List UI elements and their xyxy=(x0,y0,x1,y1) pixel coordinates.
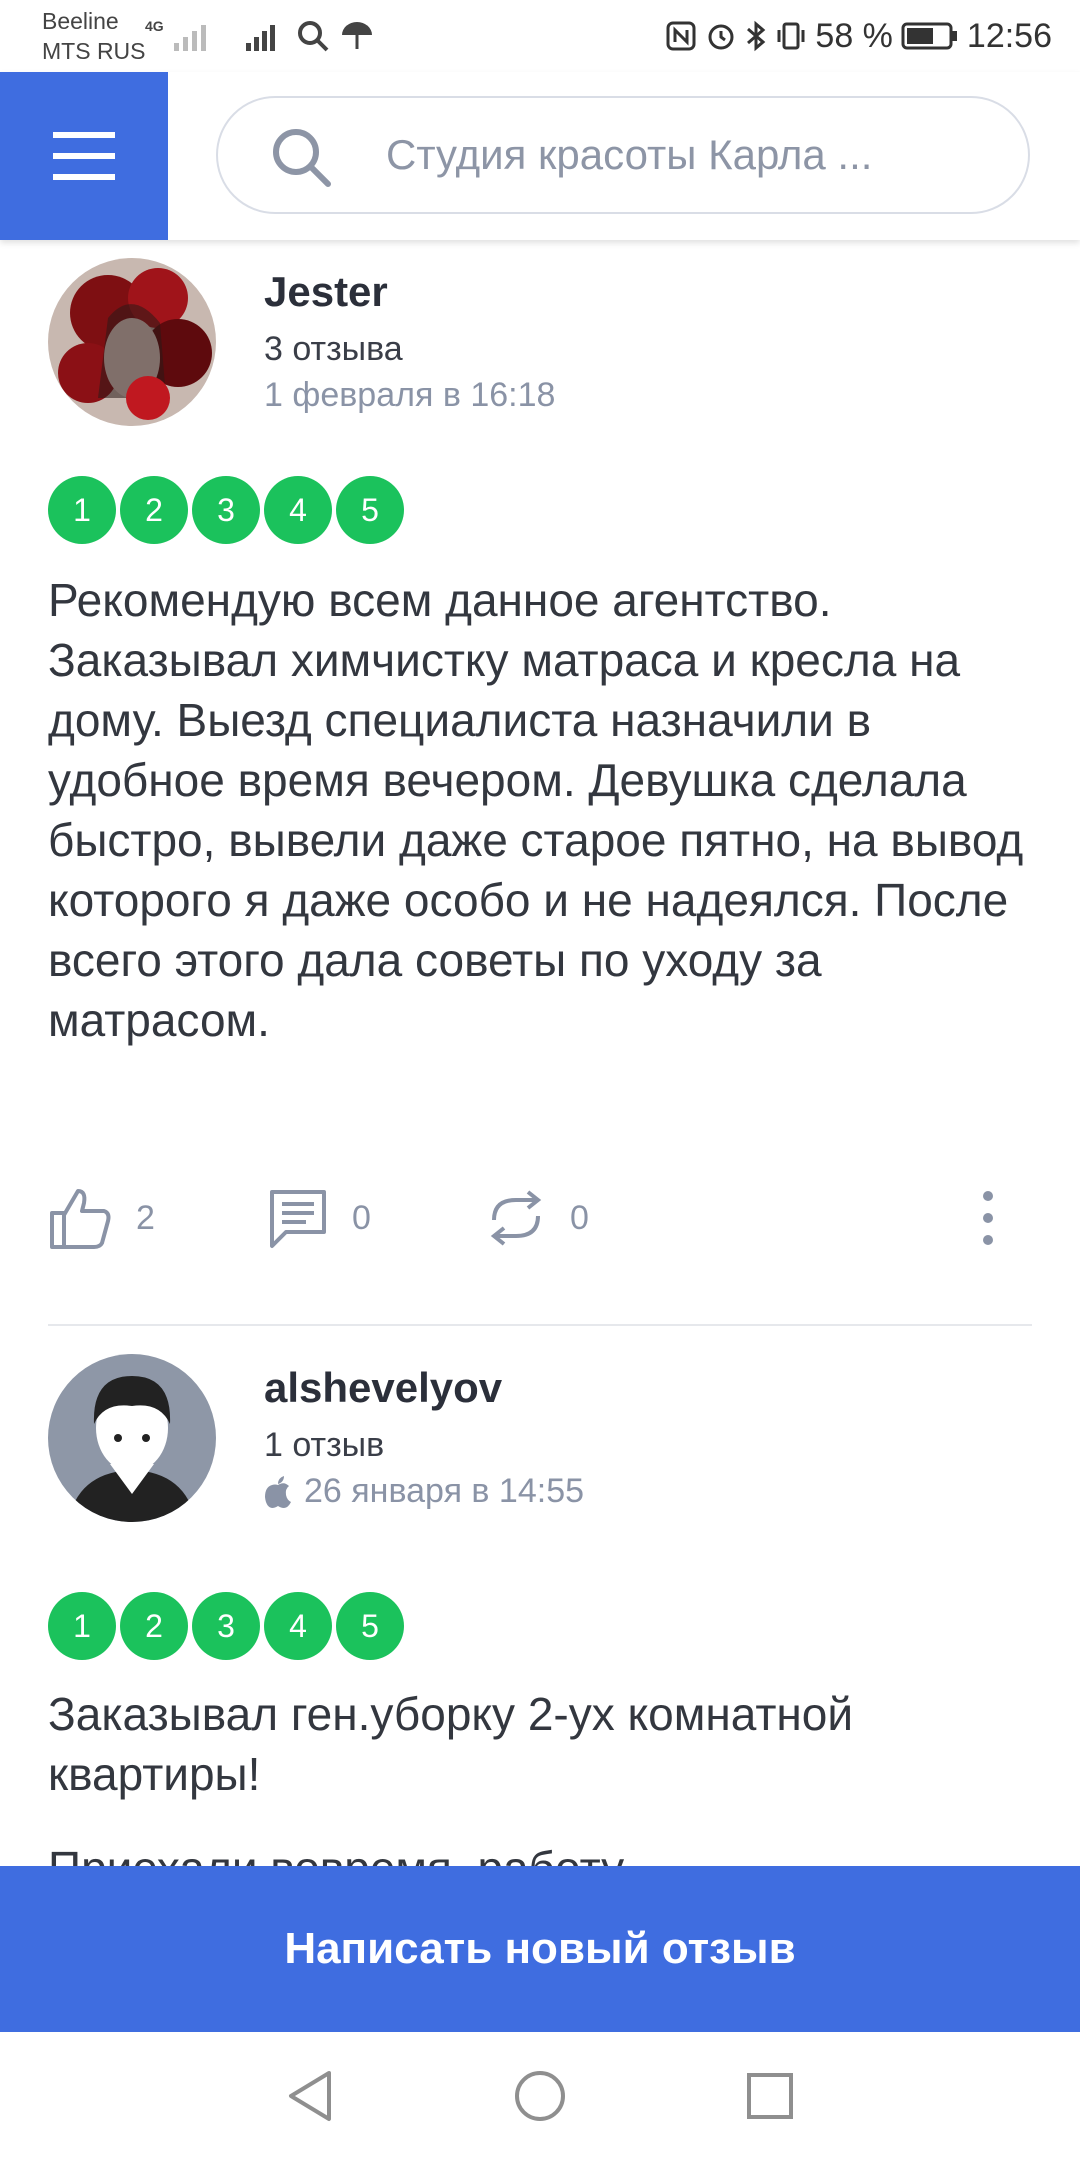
signal-icon-2 xyxy=(245,25,275,51)
rating-4: 4 xyxy=(264,476,332,544)
rating-2: 2 xyxy=(120,1592,188,1660)
comment-icon xyxy=(270,1190,326,1248)
rating-4: 4 xyxy=(264,1592,332,1660)
review-text: Заказывал ген.уборку 2-ух комнатной квар… xyxy=(48,1688,854,1800)
thumbs-up-icon xyxy=(50,1189,111,1249)
carrier-2: MTS RUS xyxy=(42,38,146,64)
comment-count: 0 xyxy=(352,1198,371,1237)
network-type: 4G xyxy=(145,18,164,34)
menu-button[interactable] xyxy=(0,72,168,240)
like-count: 2 xyxy=(136,1198,155,1237)
search-placeholder: Студия красоты Карла ... xyxy=(386,131,873,178)
battery-icon xyxy=(901,22,957,50)
status-bar: Beeline MTS RUS 4G 58 % 12:56 xyxy=(0,0,1080,73)
search-input[interactable]: Студия красоты Карла ... xyxy=(216,96,1030,214)
signal-icon xyxy=(173,25,206,51)
apple-icon xyxy=(265,1475,291,1508)
rating-1: 1 xyxy=(48,476,116,544)
rating-3: 3 xyxy=(192,1592,260,1660)
like-button[interactable]: 2 xyxy=(48,1178,155,1258)
home-button[interactable] xyxy=(508,2064,572,2128)
bluetooth-icon xyxy=(747,20,766,52)
comment-button[interactable]: 0 xyxy=(266,1178,371,1258)
rating-1: 1 xyxy=(48,1592,116,1660)
vibrate-icon xyxy=(777,22,805,50)
write-review-button[interactable]: Написать новый отзыв xyxy=(0,1866,1080,2032)
alarm-icon xyxy=(708,24,734,50)
review-date: 26 января в 14:55 xyxy=(264,1472,584,1511)
review-date-text: 26 января в 14:55 xyxy=(304,1472,585,1510)
reviews-list[interactable]: Jester 3 отзыва 1 февраля в 16:18 1 2 3 … xyxy=(0,240,1080,1866)
review-text: Рекомендую всем данное агентство. Заказы… xyxy=(48,574,1024,1046)
nfc-icon xyxy=(666,21,696,51)
divider xyxy=(48,1324,1032,1326)
rating-3: 3 xyxy=(192,476,260,544)
review-date: 1 февраля в 16:18 xyxy=(264,376,555,415)
rating-5: 5 xyxy=(336,1592,404,1660)
repost-button[interactable]: 0 xyxy=(484,1178,589,1258)
recents-square-icon xyxy=(747,2073,793,2119)
rating: 1 2 3 4 5 xyxy=(48,476,404,544)
author-name[interactable]: Jester xyxy=(264,268,388,316)
avatar[interactable] xyxy=(48,1354,216,1522)
status-icons-right: 58 % 12:56 xyxy=(665,14,1052,58)
rating: 1 2 3 4 5 xyxy=(48,1592,404,1660)
app-header: Студия красоты Карла ... xyxy=(0,72,1080,240)
hamburger-icon xyxy=(53,132,115,180)
battery-percent: 58 % xyxy=(815,16,893,55)
home-circle-icon xyxy=(515,2071,565,2121)
review-actions: 2 0 0 xyxy=(48,1178,1032,1258)
more-vert-icon xyxy=(983,1191,993,1245)
review-date-text: 1 февраля в 16:18 xyxy=(264,376,556,414)
repost-icon xyxy=(490,1190,542,1246)
back-triangle-icon xyxy=(289,2071,331,2121)
carrier-1: Beeline xyxy=(42,8,119,34)
search-status-icon xyxy=(297,21,329,52)
recents-button[interactable] xyxy=(738,2064,802,2128)
more-button[interactable] xyxy=(980,1178,996,1258)
rating-2: 2 xyxy=(120,476,188,544)
review-count: 3 отзыва xyxy=(264,330,403,368)
back-button[interactable] xyxy=(278,2064,342,2128)
rating-5: 5 xyxy=(336,476,404,544)
carrier-info: Beeline MTS RUS xyxy=(42,6,146,66)
status-icons-left: 4G xyxy=(145,18,374,54)
umbrella-icon xyxy=(341,22,372,49)
review-text-continued: Приехали вовремя, работу xyxy=(48,1838,1048,1866)
author-name[interactable]: alshevelyov xyxy=(264,1364,502,1412)
system-nav-bar xyxy=(0,2032,1080,2160)
review-count: 1 отзыв xyxy=(264,1426,385,1464)
avatar[interactable] xyxy=(48,258,216,426)
repost-count: 0 xyxy=(570,1198,589,1237)
search-icon xyxy=(270,126,332,193)
clock: 12:56 xyxy=(966,16,1052,55)
